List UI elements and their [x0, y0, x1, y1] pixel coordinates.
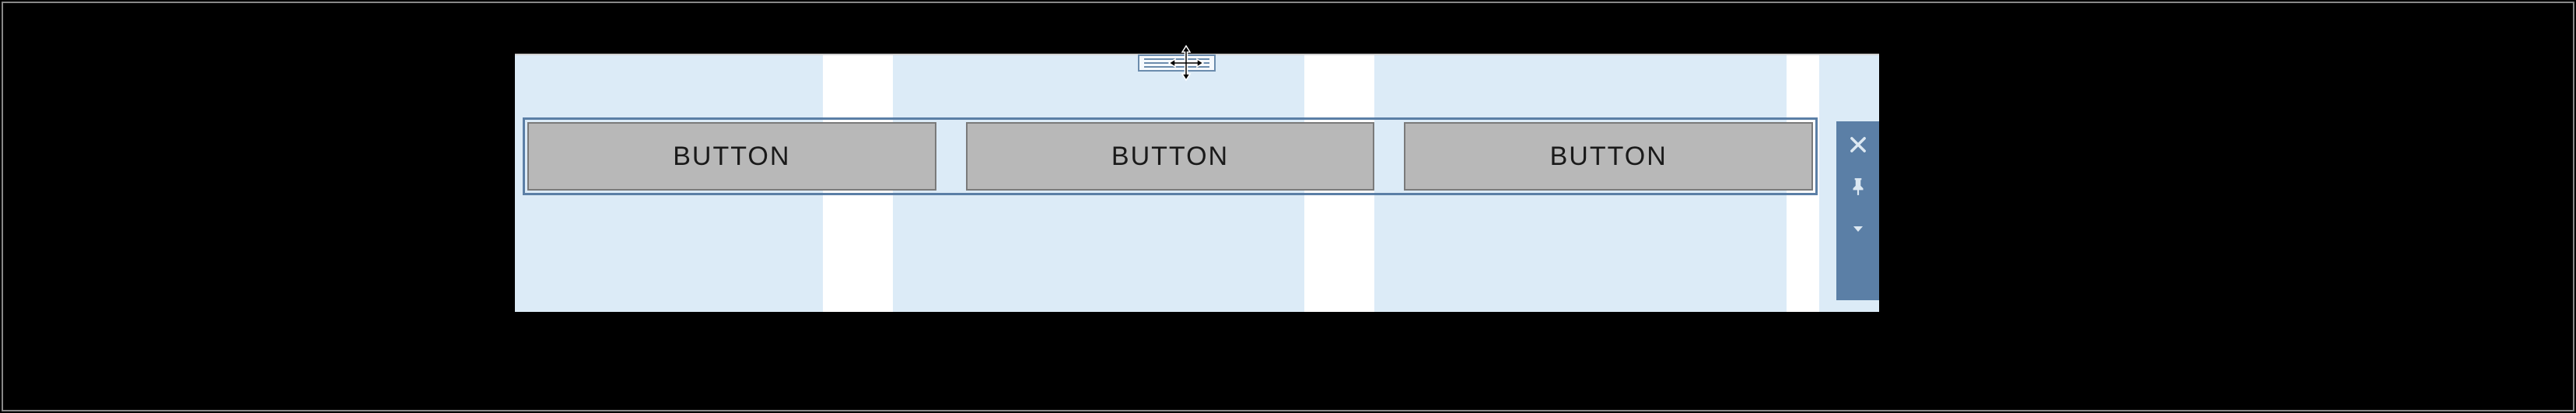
button-1[interactable]: BUTTON: [527, 122, 936, 191]
button-3[interactable]: BUTTON: [1404, 122, 1813, 191]
button-panel[interactable]: BUTTON BUTTON BUTTON: [523, 117, 1818, 195]
close-icon[interactable]: [1844, 131, 1872, 159]
move-handle[interactable]: [1112, 47, 1241, 79]
designer-surface: BUTTON BUTTON BUTTON: [515, 54, 1879, 312]
chevron-down-icon[interactable]: [1844, 215, 1872, 243]
smart-tag-panel: [1836, 121, 1879, 300]
pin-icon[interactable]: [1844, 173, 1872, 201]
button-2[interactable]: BUTTON: [966, 122, 1375, 191]
move-cursor-icon: [1167, 44, 1205, 82]
window-frame: BUTTON BUTTON BUTTON: [2, 2, 2574, 411]
